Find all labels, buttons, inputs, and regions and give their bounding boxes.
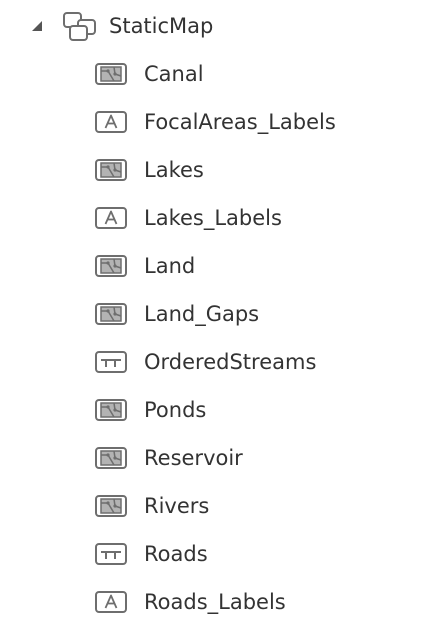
annotation-layer-icon — [95, 591, 127, 613]
layer-item-land[interactable]: Land — [0, 242, 424, 290]
group-layer-label: StaticMap — [109, 14, 214, 38]
polygon-layer-icon — [95, 399, 127, 421]
layer-item-orderedstreams[interactable]: OrderedStreams — [0, 338, 424, 386]
layer-item-roads[interactable]: Roads — [0, 530, 424, 578]
layer-label: Roads — [144, 542, 208, 566]
layer-label: Land_Gaps — [144, 302, 260, 326]
layer-item-rivers[interactable]: Rivers — [0, 482, 424, 530]
layer-label: OrderedStreams — [144, 350, 317, 374]
layer-label: Lakes — [144, 158, 204, 182]
polygon-layer-icon — [95, 303, 127, 325]
layer-label: FocalAreas_Labels — [144, 110, 336, 134]
annotation-layer-icon — [95, 207, 127, 229]
layer-label: Reservoir — [144, 446, 243, 470]
collapse-triangle-icon[interactable] — [30, 18, 46, 34]
line-layer-icon — [95, 543, 127, 565]
layer-item-ponds[interactable]: Ponds — [0, 386, 424, 434]
layer-item-roads-labels[interactable]: Roads_Labels — [0, 578, 424, 624]
layer-item-lakes[interactable]: Lakes — [0, 146, 424, 194]
layer-label: Canal — [144, 62, 204, 86]
contents-tree: StaticMap Canal FocalAreas_Labels Lakes … — [0, 0, 424, 624]
polygon-layer-icon — [95, 255, 127, 277]
polygon-layer-icon — [95, 159, 127, 181]
layer-label: Roads_Labels — [144, 590, 286, 614]
layer-label: Lakes_Labels — [144, 206, 282, 230]
layer-item-reservoir[interactable]: Reservoir — [0, 434, 424, 482]
annotation-layer-icon — [95, 111, 127, 133]
layer-item-focalareas-labels[interactable]: FocalAreas_Labels — [0, 98, 424, 146]
polygon-layer-icon — [95, 495, 127, 517]
polygon-layer-icon — [95, 447, 127, 469]
polygon-layer-icon — [95, 63, 127, 85]
layer-label: Ponds — [144, 398, 207, 422]
group-layer-icon — [62, 10, 98, 42]
layer-item-canal[interactable]: Canal — [0, 50, 424, 98]
layer-item-lakes-labels[interactable]: Lakes_Labels — [0, 194, 424, 242]
group-layer-staticmap[interactable]: StaticMap — [0, 2, 424, 50]
layer-item-land-gaps[interactable]: Land_Gaps — [0, 290, 424, 338]
layer-label: Land — [144, 254, 196, 278]
layer-label: Rivers — [144, 494, 210, 518]
line-layer-icon — [95, 351, 127, 373]
